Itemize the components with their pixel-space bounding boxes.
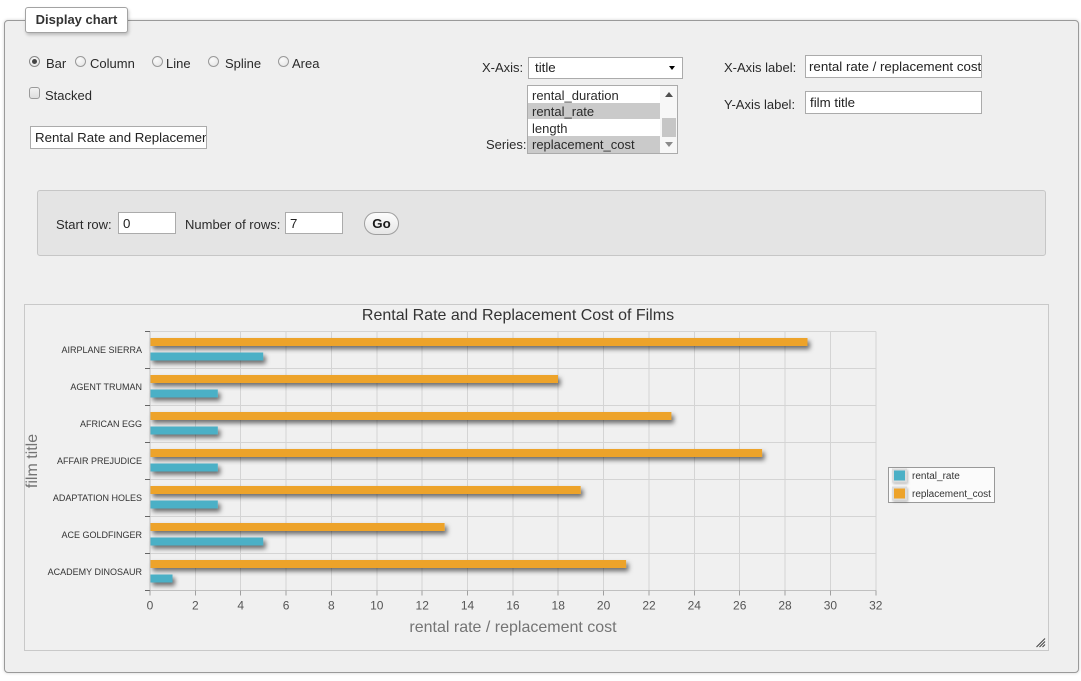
svg-text:30: 30 (824, 599, 838, 613)
svg-text:24: 24 (688, 599, 702, 613)
svg-text:4: 4 (237, 599, 244, 613)
svg-text:rental_rate: rental_rate (912, 471, 960, 482)
svg-text:22: 22 (642, 599, 656, 613)
svg-text:26: 26 (733, 599, 747, 613)
svg-text:AIRPLANE SIERRA: AIRPLANE SIERRA (61, 345, 142, 355)
svg-text:AGENT TRUMAN: AGENT TRUMAN (70, 382, 142, 392)
svg-text:rental rate / replacement cost: rental rate / replacement cost (409, 619, 617, 636)
svg-text:16: 16 (506, 599, 520, 613)
svg-text:ADAPTATION HOLES: ADAPTATION HOLES (53, 493, 142, 503)
svg-text:18: 18 (552, 599, 566, 613)
svg-text:12: 12 (416, 599, 430, 613)
svg-text:14: 14 (461, 599, 475, 613)
svg-text:28: 28 (778, 599, 792, 613)
svg-text:32: 32 (869, 599, 883, 613)
svg-text:AFRICAN EGG: AFRICAN EGG (80, 419, 142, 429)
svg-text:replacement_cost: replacement_cost (912, 489, 991, 500)
svg-text:AFFAIR PREJUDICE: AFFAIR PREJUDICE (57, 456, 142, 466)
svg-text:ACADEMY DINOSAUR: ACADEMY DINOSAUR (48, 567, 143, 577)
svg-text:0: 0 (147, 599, 154, 613)
svg-text:2: 2 (192, 599, 199, 613)
svg-text:6: 6 (283, 599, 290, 613)
svg-text:film title: film title (25, 434, 41, 488)
svg-text:Rental Rate and Replacement Co: Rental Rate and Replacement Cost of Film… (362, 307, 674, 324)
svg-text:10: 10 (370, 599, 384, 613)
svg-text:ACE GOLDFINGER: ACE GOLDFINGER (61, 530, 142, 540)
svg-text:8: 8 (328, 599, 335, 613)
svg-text:20: 20 (597, 599, 611, 613)
